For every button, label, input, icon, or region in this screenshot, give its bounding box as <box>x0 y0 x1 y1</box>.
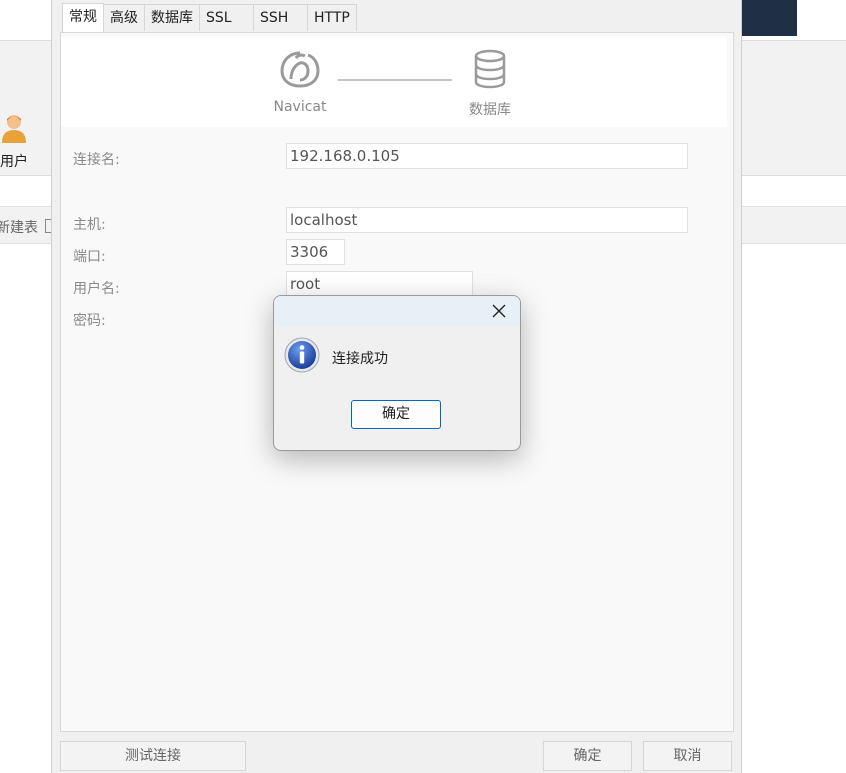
tab-bar: 常规 高级 数据库 SSL SSH HTTP <box>62 3 357 32</box>
password-label: 密码: <box>73 313 106 329</box>
toolbar-user-label: 用户 <box>0 154 28 170</box>
new-table-button[interactable]: 新建表 <box>0 217 38 237</box>
port-input[interactable]: 3306 <box>286 239 345 265</box>
header-connector-line <box>338 79 452 81</box>
dialog-cancel-button[interactable]: 取消 <box>643 741 732 771</box>
port-label: 端口: <box>73 249 106 265</box>
info-icon <box>284 337 320 373</box>
dialog-ok-button[interactable]: 确定 <box>543 741 632 771</box>
header-database-label: 数据库 <box>469 102 511 118</box>
header-navicat-label: Navicat <box>273 99 327 115</box>
messagebox-ok-button[interactable]: 确定 <box>351 400 441 429</box>
tab-general[interactable]: 常规 <box>62 3 104 32</box>
test-connection-button[interactable]: 测试连接 <box>60 741 246 771</box>
host-label: 主机: <box>73 217 106 233</box>
tab-ssl[interactable]: SSL <box>199 4 254 31</box>
tab-http[interactable]: HTTP <box>307 4 357 31</box>
connection-success-messagebox: 连接成功 确定 <box>273 295 521 451</box>
header-navicat: Navicat <box>260 49 340 115</box>
user-icon <box>2 115 26 143</box>
username-label: 用户名: <box>73 281 120 297</box>
tab-database[interactable]: 数据库 <box>144 4 200 31</box>
navicat-logo-icon <box>280 51 320 88</box>
connection-name-input[interactable]: 192.168.0.105 <box>286 143 688 169</box>
header-database: 数据库 <box>450 49 530 119</box>
connection-header: Navicat 数据库 <box>61 37 727 127</box>
close-icon[interactable] <box>490 302 508 320</box>
database-icon <box>474 49 506 89</box>
connection-name-label: 连接名: <box>73 152 120 168</box>
tab-advanced[interactable]: 高级 <box>103 4 145 31</box>
host-input[interactable]: localhost <box>286 207 688 233</box>
messagebox-text: 连接成功 <box>332 351 388 367</box>
background-dark-panel <box>740 0 797 36</box>
messagebox-titlebar <box>274 296 520 326</box>
username-input[interactable]: root <box>286 271 473 297</box>
tab-ssh[interactable]: SSH <box>253 4 308 31</box>
